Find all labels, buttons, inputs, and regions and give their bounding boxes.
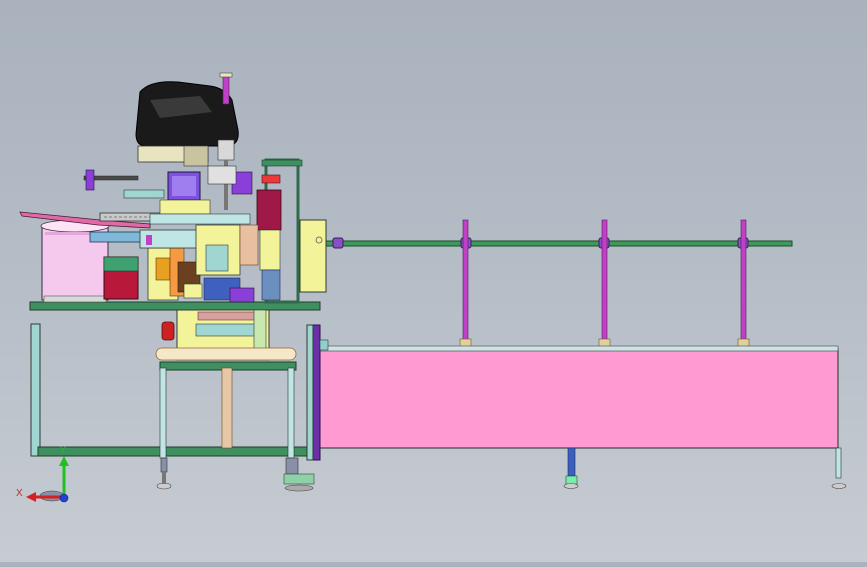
machine-drawing: X Y	[16, 72, 847, 503]
conveyor-leg	[831, 447, 847, 489]
conveyor-top-edge	[311, 345, 839, 352]
z-axis-dot	[59, 493, 69, 503]
leveling-foot	[283, 457, 315, 492]
conveyor-leg	[563, 447, 579, 489]
x-axis-label: X	[16, 488, 23, 499]
frame-leg-left	[30, 323, 41, 457]
control-box	[299, 219, 327, 293]
machine-frame	[29, 301, 321, 492]
frame-leg-right	[306, 324, 314, 461]
y-axis-label: Y	[60, 445, 66, 455]
rail-clamp	[332, 237, 344, 249]
conveyor-belt-body	[311, 348, 839, 449]
leveling-foot	[156, 457, 172, 490]
purple-block	[229, 287, 255, 303]
conveyor-assembly	[309, 219, 847, 489]
robot-z-shaft	[222, 73, 230, 105]
cad-viewport[interactable]: X Y	[0, 0, 867, 562]
emergency-button	[161, 321, 175, 341]
guide-rail	[319, 240, 793, 247]
frame-bottom-rail	[37, 446, 311, 457]
